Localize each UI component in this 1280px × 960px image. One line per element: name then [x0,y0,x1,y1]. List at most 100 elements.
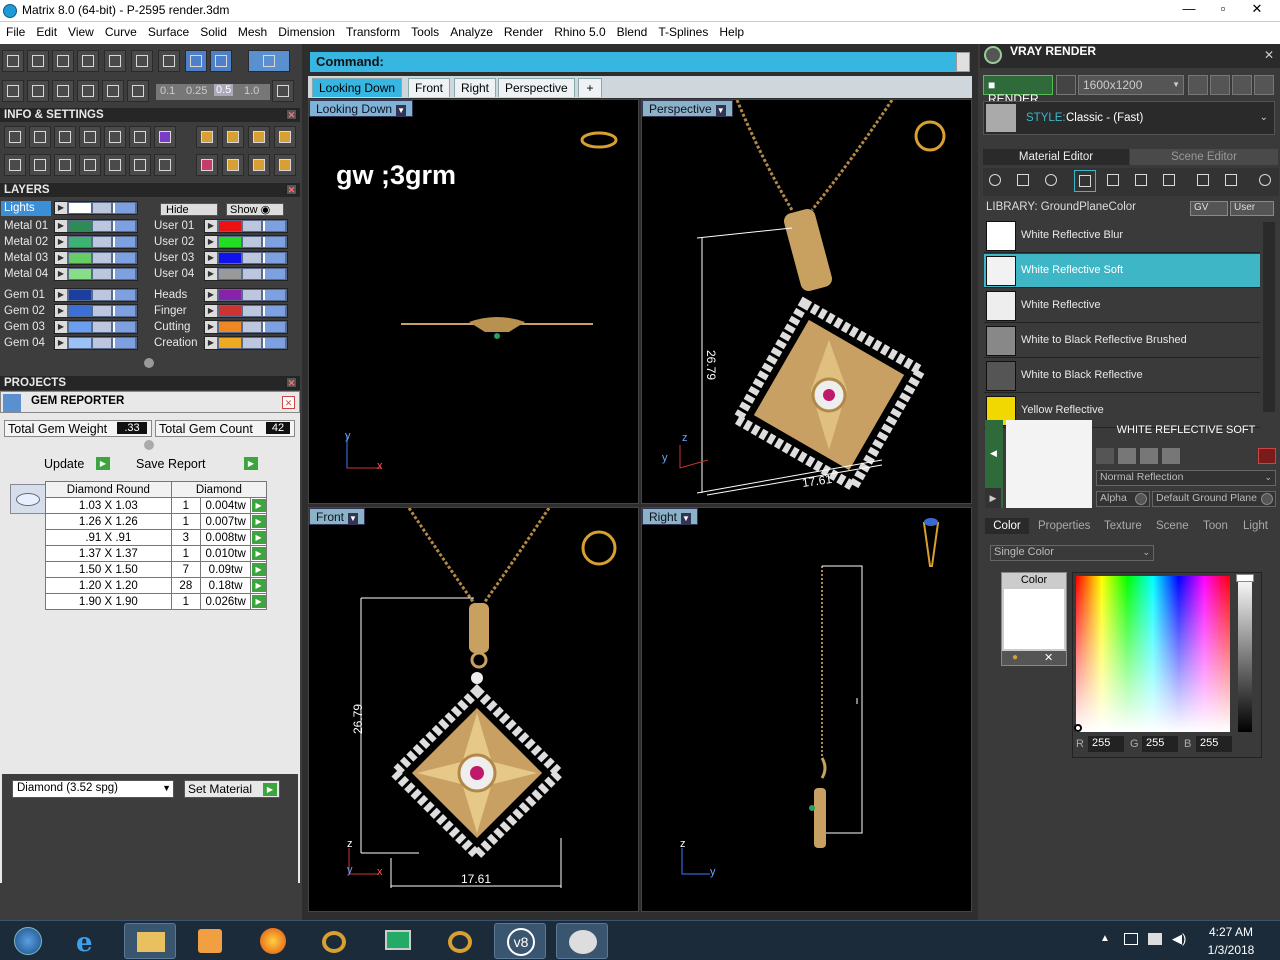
menu-rhino[interactable]: Rhino 5.0 [548,22,610,39]
clock-time[interactable]: 4:27 AM [1196,925,1266,939]
lock-icon[interactable] [93,253,111,263]
menu-render[interactable]: Render [498,22,548,39]
visibility-icon[interactable] [113,306,135,316]
move-icon[interactable] [222,154,244,176]
settings-gear-icon[interactable] [4,126,26,148]
list-icon[interactable] [1232,75,1252,95]
add-material-icon[interactable] [1193,170,1215,192]
frames-icon[interactable] [1210,75,1230,95]
table-row[interactable]: 1.37 X 1.37 1 0.010tw ▶ [45,545,267,562]
color-mode-select[interactable]: Single Color ⌄ [990,545,1154,561]
brightness-slider[interactable] [1236,574,1254,732]
snap-value-1[interactable]: 0.25 [186,85,207,97]
table-row[interactable]: 1.90 X 1.90 1 0.026tw ▶ [45,593,267,610]
show-toggle[interactable]: Show ◉ [226,203,284,216]
visibility-icon[interactable] [113,338,135,348]
tab-right[interactable]: Right [454,78,497,97]
menu-tsplines[interactable]: T-Splines [652,22,713,39]
snap-value-2[interactable]: 0.5 [214,84,234,96]
update-button[interactable]: Update ▶ [38,455,112,472]
user-toggle[interactable]: User [1230,201,1274,216]
layer-color-swatch[interactable] [69,237,91,247]
import-icon[interactable] [1162,448,1180,464]
close-icon[interactable]: ✕ [282,396,295,409]
taskbar-monitor-app[interactable] [372,923,424,959]
hatch-icon[interactable] [1103,170,1125,192]
expand-arrow-icon[interactable]: ▶ [205,268,217,280]
pointer-icon[interactable] [127,80,149,102]
material-item[interactable]: White to Black Reflective [984,359,1260,393]
layer-color-swatch[interactable] [219,221,241,231]
edit-icon[interactable] [129,126,151,148]
layer-controls[interactable]: ▶ [204,235,288,249]
grid-icon[interactable] [2,80,24,102]
layer-name[interactable]: Gem 03 [0,320,50,335]
export-icon[interactable] [1140,448,1158,464]
camera-icon[interactable] [1056,75,1076,95]
taskbar-matrix-ring-2[interactable] [434,923,486,959]
action-center-icon[interactable] [1124,933,1138,945]
menu-curve[interactable]: Curve [99,22,142,39]
layer-name[interactable]: Metal 04 [0,267,50,282]
taskbar-paint[interactable] [556,923,608,959]
menu-mesh[interactable]: Mesh [232,22,272,39]
material-item[interactable]: White Reflective Soft [984,254,1260,288]
visibility-icon[interactable] [263,269,285,279]
scale-icon[interactable] [248,154,270,176]
close-icon[interactable]: ✕ [286,377,297,388]
set-material-button[interactable]: Set Material ▶ [184,780,280,798]
tab-looking-down[interactable]: Looking Down [312,78,403,97]
layer-controls[interactable]: ▶ [204,288,288,302]
layer-name[interactable]: Metal 03 [0,251,50,266]
layer-color-swatch[interactable] [219,269,241,279]
b-input[interactable]: 255 [1196,736,1232,752]
layer-color-swatch[interactable] [219,237,241,247]
remove-material-icon[interactable] [1221,170,1243,192]
color-cursor-icon[interactable] [1074,724,1082,732]
save-icon[interactable] [1096,448,1114,464]
arrange2-icon[interactable] [248,126,270,148]
menu-view[interactable]: View [62,22,99,39]
r-input[interactable]: 255 [1088,736,1124,752]
snap-value-3[interactable]: 1.0 [244,85,259,97]
taskbar-file-explorer[interactable] [124,923,176,959]
render-button[interactable]: ■ RENDER [983,75,1053,106]
go-arrow-icon[interactable]: ▶ [251,499,266,512]
layer-controls[interactable]: ▶ [204,267,288,281]
lock-icon[interactable] [243,322,261,332]
table-row[interactable]: .91 X .91 3 0.008tw ▶ [45,529,267,546]
gv-toggle[interactable]: GV [1190,201,1228,216]
visibility-icon[interactable] [263,306,285,316]
arrange-icon[interactable] [222,126,244,148]
network-icon[interactable] [1148,933,1162,945]
transform-icon[interactable] [129,154,151,176]
purple-cube-icon[interactable] [154,126,176,148]
go-arrow-icon[interactable]: ▶ [251,531,266,544]
layer-name[interactable]: Creation [150,336,200,351]
lock-icon[interactable] [93,269,111,279]
checker-icon[interactable] [1131,170,1153,192]
visibility-icon[interactable] [113,221,135,231]
report-icon[interactable] [154,154,176,176]
gem-icon[interactable] [1013,170,1035,192]
lock-icon[interactable] [243,221,261,231]
resolution-select[interactable]: 1600x1200 ▼ [1078,75,1184,95]
table-row[interactable]: 1.03 X 1.03 1 0.004tw ▶ [45,497,267,514]
arrow-right-icon[interactable]: ▶ [985,488,1001,508]
tab-front[interactable]: Front [408,78,451,97]
layer-color-swatch[interactable] [219,306,241,316]
material-item[interactable]: White to Black Reflective Brushed [984,324,1260,358]
layer-name[interactable]: User 01 [150,219,200,234]
rewind-icon[interactable] [1188,75,1208,95]
taskbar-firefox[interactable] [246,923,298,959]
hatch-icon[interactable] [77,80,99,102]
close-icon[interactable]: ✕ [286,184,297,195]
collapse-icon[interactable] [144,358,154,368]
snap-grid-icon[interactable] [2,50,24,72]
cube-icon[interactable] [27,80,49,102]
visibility-icon[interactable] [113,290,135,300]
layer-name[interactable]: Heads [150,288,200,303]
expand-arrow-icon[interactable]: ▶ [205,252,217,264]
row-action[interactable]: ▶ [250,513,267,530]
subtab-light[interactable]: Light [1243,518,1268,534]
